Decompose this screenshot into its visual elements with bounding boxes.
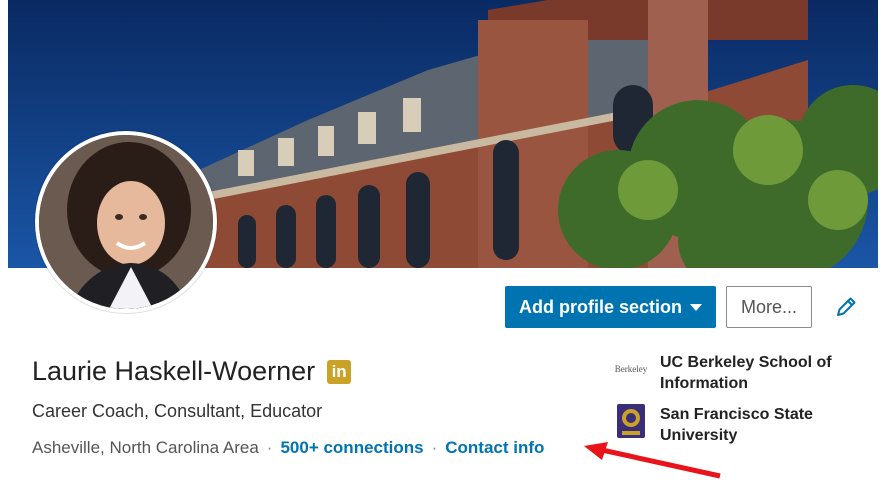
location: Asheville, North Carolina Area <box>32 438 259 457</box>
edit-profile-button[interactable] <box>830 291 862 323</box>
separator: · <box>266 438 273 457</box>
profile-headline: Career Coach, Consultant, Educator <box>32 401 323 421</box>
add-profile-section-label: Add profile section <box>518 296 682 317</box>
education-name: UC Berkeley School of Information <box>660 354 832 392</box>
profile-top-card: Add profile section More... Laurie Haske… <box>8 0 878 470</box>
add-profile-section-button[interactable]: Add profile section <box>504 286 716 328</box>
profile-name: Laurie Haskell-Woerner <box>32 356 316 386</box>
profile-actions: Add profile section More... <box>504 286 862 328</box>
linkedin-premium-icon: in <box>327 359 352 384</box>
connections-link[interactable]: 500+ connections <box>280 438 423 458</box>
profile-meta: Asheville, North Carolina Area · 500+ co… <box>32 438 544 458</box>
profile-photo[interactable] <box>35 131 217 313</box>
pencil-icon <box>837 297 856 316</box>
more-button[interactable]: More... <box>725 286 812 328</box>
contact-info-link[interactable]: Contact info <box>445 438 544 458</box>
name-row: Laurie Haskell-Woerner in <box>32 356 352 387</box>
education-item[interactable]: Berkeley UC Berkeley School of Informati… <box>614 352 878 394</box>
annotation-arrow-icon <box>584 442 721 479</box>
berkeley-logo: Berkeley <box>614 363 648 374</box>
caret-down-icon <box>689 303 702 311</box>
separator: · <box>431 438 438 457</box>
sfsu-seal-icon <box>614 404 648 438</box>
